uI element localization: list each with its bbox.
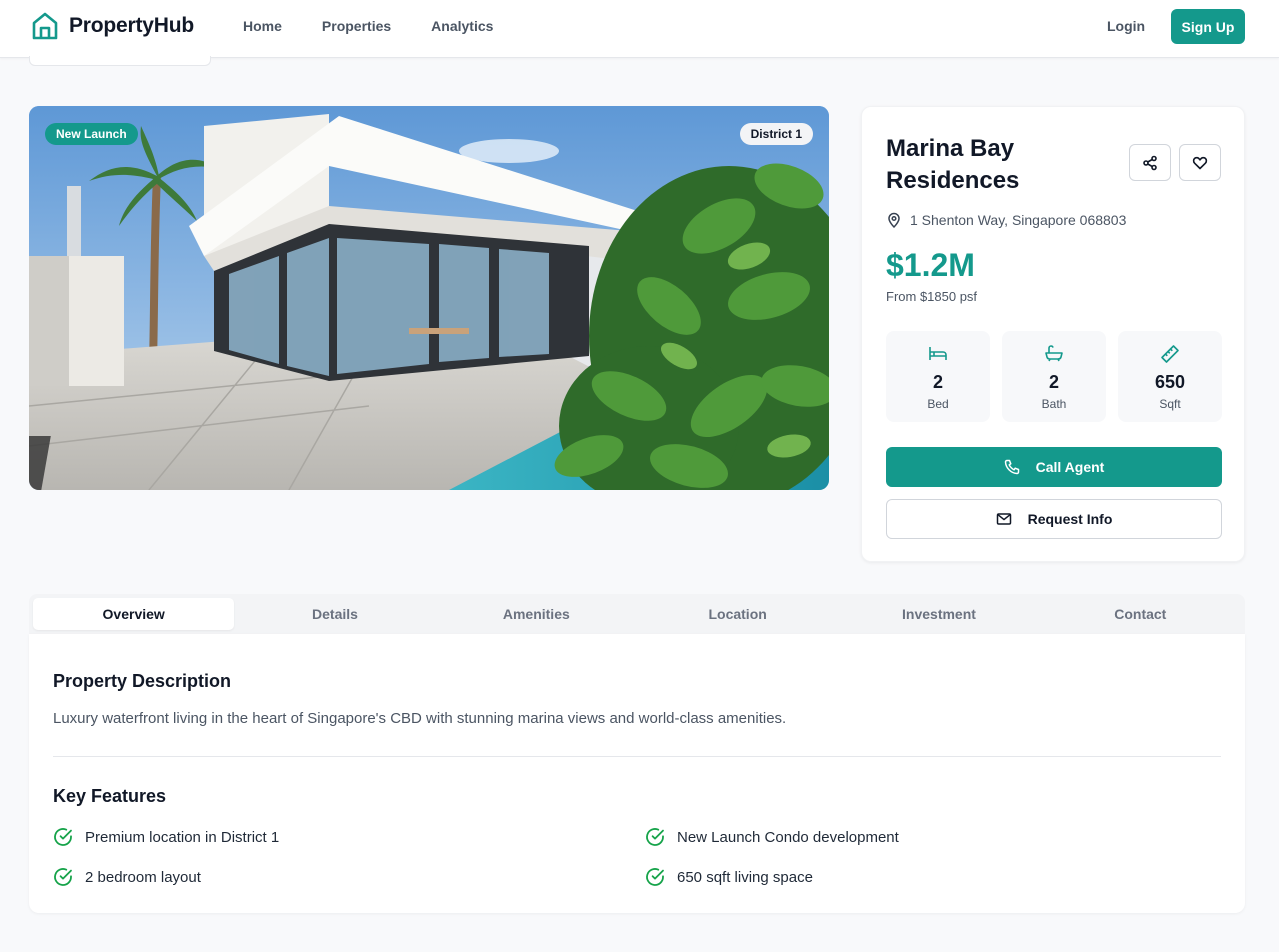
bath-label: Bath	[1041, 397, 1067, 411]
login-link[interactable]: Login	[1107, 18, 1145, 34]
share-icon	[1143, 155, 1157, 170]
bed-icon	[929, 347, 947, 360]
brand-logo[interactable]: PropertyHub	[31, 11, 194, 41]
call-agent-label: Call Agent	[1035, 459, 1105, 475]
check-circle-icon	[54, 868, 72, 886]
share-button[interactable]	[1129, 144, 1171, 181]
property-photo: New Launch District 1	[29, 106, 829, 490]
detail-tabs: Overview Details Amenities Location Inve…	[29, 594, 1245, 634]
tab-details[interactable]: Details	[234, 598, 435, 630]
new-launch-badge: New Launch	[45, 123, 138, 145]
mail-icon	[996, 513, 1011, 525]
nav-links: Home Properties Analytics	[243, 18, 493, 34]
bed-count: 2	[932, 372, 943, 392]
call-agent-button[interactable]: Call Agent	[886, 447, 1222, 487]
description-heading: Property Description	[53, 671, 232, 691]
check-circle-icon	[646, 828, 664, 846]
top-navbar: PropertyHub Home Properties Analytics Lo…	[0, 0, 1279, 58]
stat-bath: 2 Bath	[1002, 331, 1106, 422]
section-divider	[53, 756, 1221, 757]
feature-text: Premium location in District 1	[85, 828, 280, 846]
bath-count: 2	[1048, 372, 1059, 392]
home-icon	[32, 12, 58, 40]
check-circle-icon	[646, 868, 664, 886]
property-title: Marina Bay Residences	[886, 135, 1020, 194]
tab-overview[interactable]: Overview	[33, 598, 235, 630]
property-summary-card: Marina Bay Residences 1 Shenton Way, Sin…	[861, 106, 1245, 562]
property-photo-illustration	[29, 106, 829, 490]
feature-item: 2 bedroom layout	[53, 867, 201, 887]
feature-text: 650 sqft living space	[677, 868, 813, 886]
overview-panel: Property Description Luxury waterfront l…	[29, 634, 1245, 913]
price-per-sqft: From $1850 psf	[886, 289, 978, 304]
map-pin-icon	[888, 212, 900, 228]
feature-item: Premium location in District 1	[53, 827, 279, 847]
check-circle-icon	[54, 828, 72, 846]
tab-investment[interactable]: Investment	[838, 598, 1039, 630]
ruler-icon	[1161, 345, 1179, 363]
request-info-label: Request Info	[1027, 511, 1113, 527]
feature-text: New Launch Condo development	[677, 828, 899, 846]
heart-icon	[1192, 156, 1208, 169]
property-address: 1 Shenton Way, Singapore 068803	[886, 212, 1126, 228]
features-heading: Key Features	[53, 786, 167, 806]
district-badge: District 1	[739, 123, 813, 145]
brand-name: PropertyHub	[69, 14, 194, 37]
nav-link-properties[interactable]: Properties	[322, 18, 391, 34]
feature-item: New Launch Condo development	[645, 827, 899, 847]
address-text: 1 Shenton Way, Singapore 068803	[910, 212, 1127, 228]
bath-icon	[1045, 345, 1063, 362]
tab-contact[interactable]: Contact	[1040, 598, 1241, 630]
sqft-count: 650	[1154, 372, 1186, 392]
nav-link-analytics[interactable]: Analytics	[431, 18, 493, 34]
description-text: Luxury waterfront living in the heart of…	[53, 710, 787, 727]
feature-text: 2 bedroom layout	[85, 868, 201, 886]
signup-button[interactable]: Sign Up	[1171, 9, 1245, 44]
sqft-label: Sqft	[1159, 397, 1181, 411]
property-price: $1.2M	[886, 247, 975, 283]
stat-bed: 2 Bed	[886, 331, 990, 422]
back-button-remnant[interactable]	[29, 56, 211, 66]
tab-amenities[interactable]: Amenities	[436, 598, 637, 630]
feature-item: 650 sqft living space	[645, 867, 813, 887]
property-stats: 2 Bed 2 Bath 650 Sqft	[886, 331, 1222, 422]
bed-label: Bed	[927, 397, 949, 411]
request-info-button[interactable]: Request Info	[886, 499, 1222, 539]
stat-sqft: 650 Sqft	[1118, 331, 1222, 422]
favorite-button[interactable]	[1179, 144, 1221, 181]
nav-link-home[interactable]: Home	[243, 18, 282, 34]
phone-icon	[1004, 459, 1019, 475]
tab-location[interactable]: Location	[637, 598, 838, 630]
